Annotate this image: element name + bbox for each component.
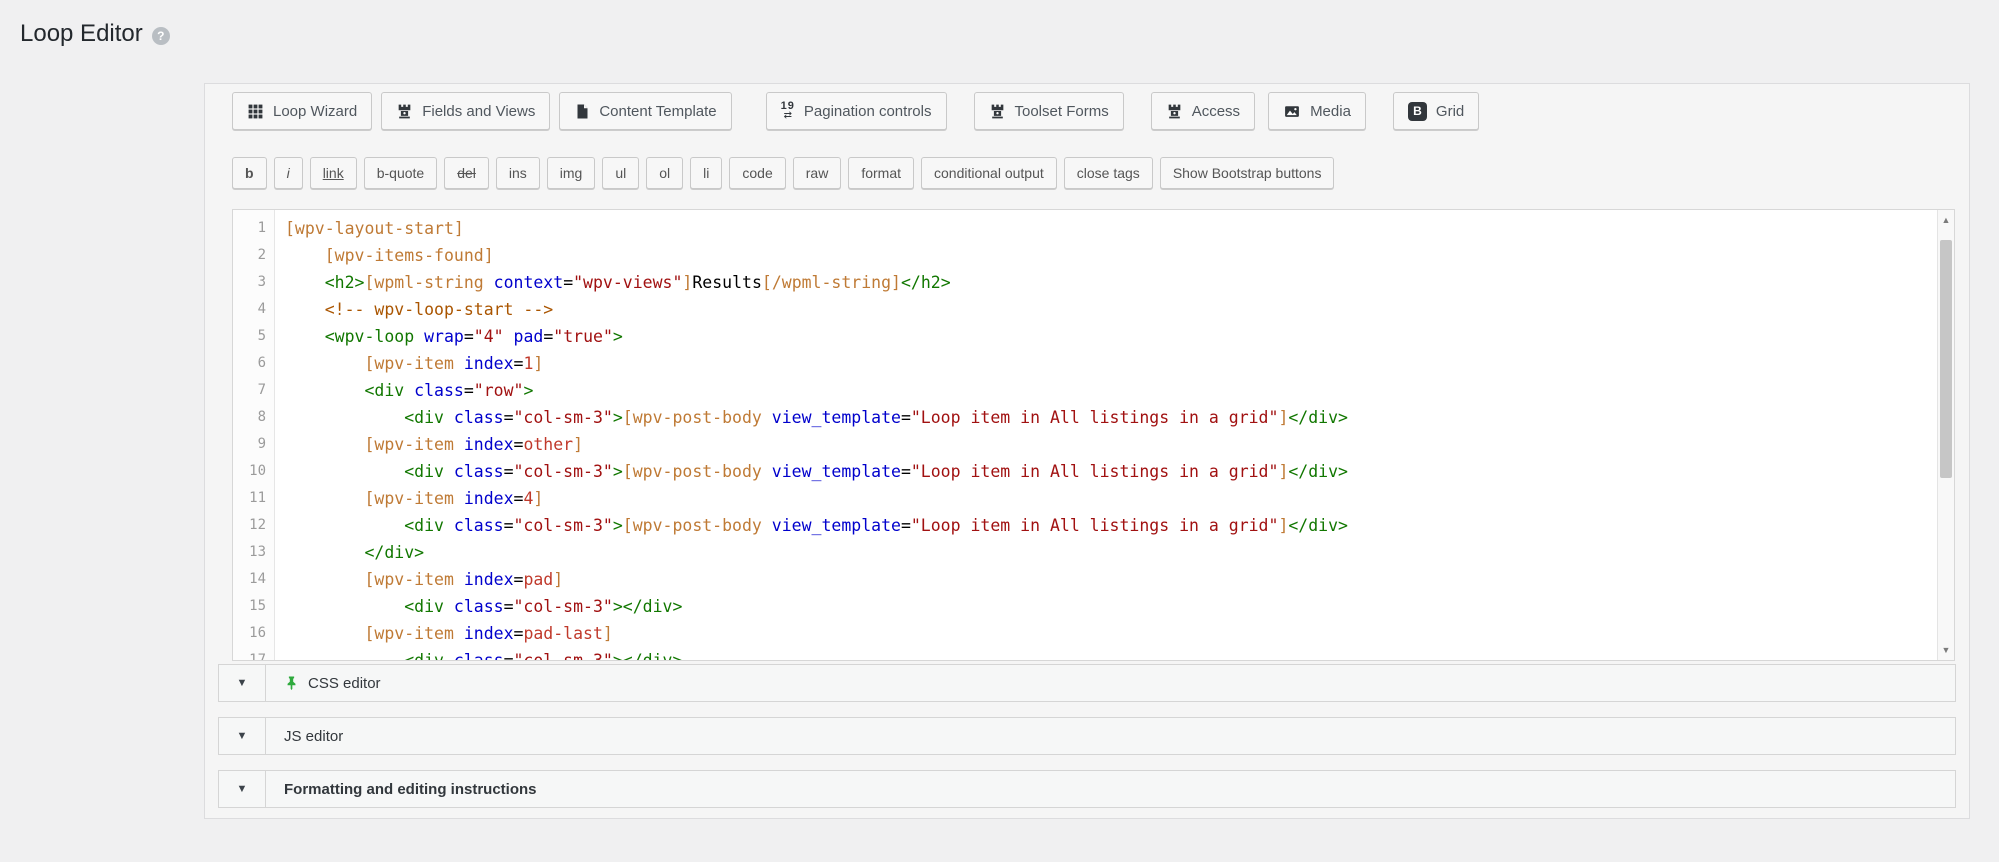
quicktag-close-tags[interactable]: close tags xyxy=(1064,157,1153,189)
section-formatting-instructions[interactable]: ▼ Formatting and editing instructions xyxy=(218,770,1956,808)
code-editor[interactable]: 1234567891011121314151617 [wpv-layout-st… xyxy=(232,209,1955,661)
media-icon xyxy=(1283,103,1301,120)
code-line: <div class="col-sm-3">[wpv-post-body vie… xyxy=(285,512,1937,539)
line-numbers: 1234567891011121314151617 xyxy=(233,210,275,660)
quicktag-img[interactable]: img xyxy=(547,157,596,189)
grid-icon xyxy=(247,103,264,120)
section-label: CSS editor xyxy=(308,675,381,692)
code-line: [wpv-layout-start] xyxy=(285,215,1937,242)
content-template-button[interactable]: Content Template xyxy=(559,92,731,130)
collapse-arrow-icon[interactable]: ▼ xyxy=(219,771,266,807)
code-line: [wpv-item index=other] xyxy=(285,431,1937,458)
page-header: Loop Editor ? xyxy=(20,20,170,48)
quicktag-blockquote[interactable]: b-quote xyxy=(364,157,437,189)
quicktag-ul[interactable]: ul xyxy=(602,157,639,189)
quicktag-show-bootstrap[interactable]: Show Bootstrap buttons xyxy=(1160,157,1335,189)
editor-scrollbar[interactable]: ▲ ▼ xyxy=(1937,210,1954,660)
media-button[interactable]: Media xyxy=(1268,92,1366,130)
code-line: <wpv-loop wrap="4" pad="true"> xyxy=(285,323,1937,350)
code-line: [wpv-item index=pad-last] xyxy=(285,620,1937,647)
code-line: [wpv-item index=4] xyxy=(285,485,1937,512)
code-line: [wpv-items-found] xyxy=(285,242,1937,269)
quicktag-bold[interactable]: b xyxy=(232,157,267,189)
loop-editor-panel: Loop Wizard Fields and Views Content Tem… xyxy=(204,83,1970,819)
quicktag-italic[interactable]: i xyxy=(274,157,303,189)
quicktag-ins[interactable]: ins xyxy=(496,157,540,189)
help-icon[interactable]: ? xyxy=(152,27,170,45)
button-label: Loop Wizard xyxy=(273,103,357,120)
button-label: Grid xyxy=(1436,103,1464,120)
button-label: Toolset Forms xyxy=(1015,103,1109,120)
quicktag-li[interactable]: li xyxy=(690,157,722,189)
toolset-castle-icon xyxy=(396,103,413,120)
page-icon xyxy=(574,103,590,120)
code-line: <div class="col-sm-3">[wpv-post-body vie… xyxy=(285,458,1937,485)
button-label: Fields and Views xyxy=(422,103,535,120)
pagination-controls-button[interactable]: 19 ⇄ Pagination controls xyxy=(766,92,947,130)
quicktag-ol[interactable]: ol xyxy=(646,157,683,189)
section-label: Formatting and editing instructions xyxy=(284,781,537,798)
code-line: <div class="col-sm-3"></div> xyxy=(285,647,1937,660)
code-line: <h2>[wpml-string context="wpv-views"]Res… xyxy=(285,269,1937,296)
page-title: Loop Editor xyxy=(20,20,143,48)
button-label: Media xyxy=(1310,103,1351,120)
collapse-arrow-icon[interactable]: ▼ xyxy=(219,665,266,701)
quicktags-toolbar: b i link b-quote del ins img ul ol li co… xyxy=(232,157,1955,189)
button-label: Access xyxy=(1192,103,1240,120)
scroll-up-icon[interactable]: ▲ xyxy=(1938,212,1954,228)
quicktag-link[interactable]: link xyxy=(310,157,357,189)
bootstrap-icon: B xyxy=(1408,102,1427,121)
toolset-castle-icon xyxy=(989,103,1006,120)
scroll-down-icon[interactable]: ▼ xyxy=(1938,642,1954,658)
toolset-castle-icon xyxy=(1166,103,1183,120)
quicktag-conditional-output[interactable]: conditional output xyxy=(921,157,1057,189)
scrollbar-thumb[interactable] xyxy=(1940,240,1952,478)
button-label: Pagination controls xyxy=(804,103,932,120)
collapse-arrow-icon[interactable]: ▼ xyxy=(219,718,266,754)
code-line: <div class="col-sm-3"></div> xyxy=(285,593,1937,620)
section-label: JS editor xyxy=(284,728,343,745)
code-line: <div class="col-sm-3">[wpv-post-body vie… xyxy=(285,404,1937,431)
button-label: Content Template xyxy=(599,103,716,120)
code-line: [wpv-item index=pad] xyxy=(285,566,1937,593)
code-line: [wpv-item index=1] xyxy=(285,350,1937,377)
bootstrap-grid-button[interactable]: B Grid xyxy=(1393,92,1479,130)
quicktag-code[interactable]: code xyxy=(729,157,785,189)
section-css-editor[interactable]: ▼ CSS editor xyxy=(218,664,1956,702)
quicktag-format[interactable]: format xyxy=(848,157,914,189)
code-line: </div> xyxy=(285,539,1937,566)
code-lines[interactable]: [wpv-layout-start] [wpv-items-found] <h2… xyxy=(275,210,1937,660)
access-button[interactable]: Access xyxy=(1151,92,1255,130)
code-line: <!-- wpv-loop-start --> xyxy=(285,296,1937,323)
quicktag-del[interactable]: del xyxy=(444,157,489,189)
quicktag-raw[interactable]: raw xyxy=(793,157,842,189)
fields-and-views-button[interactable]: Fields and Views xyxy=(381,92,550,130)
toolset-forms-button[interactable]: Toolset Forms xyxy=(974,92,1124,130)
section-js-editor[interactable]: ▼ JS editor xyxy=(218,717,1956,755)
loop-wizard-button[interactable]: Loop Wizard xyxy=(232,92,372,130)
pin-icon xyxy=(284,675,299,691)
editor-toolbar: Loop Wizard Fields and Views Content Tem… xyxy=(232,92,1955,130)
pagination-icon: 19 ⇄ xyxy=(781,101,795,121)
code-line: <div class="row"> xyxy=(285,377,1937,404)
